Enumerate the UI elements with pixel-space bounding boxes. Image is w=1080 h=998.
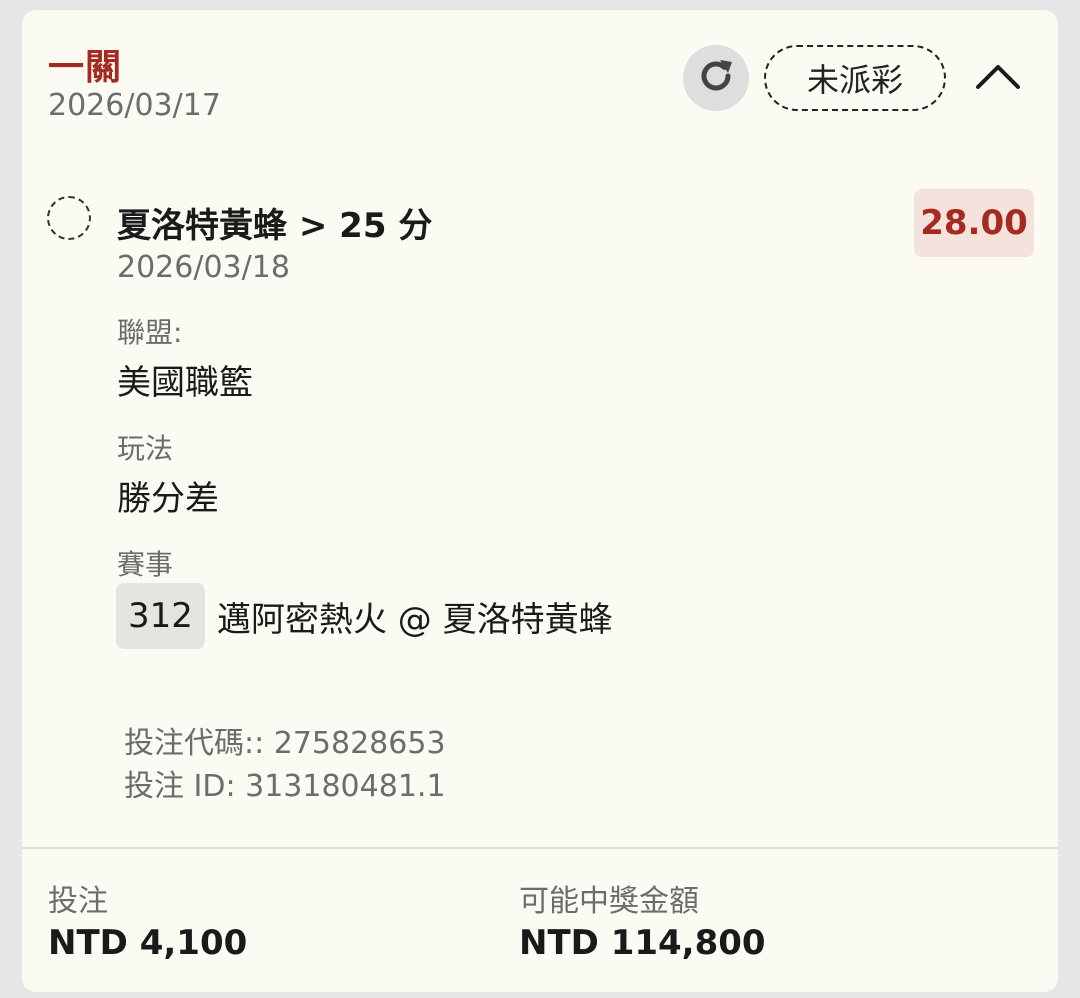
bet-code: 投注代碼:: 275828653	[124, 726, 446, 761]
selection-name: 夏洛特黃蜂 > 25 分	[117, 206, 433, 246]
collapse-button[interactable]	[970, 54, 1026, 102]
event-number-badge: 312	[116, 583, 205, 649]
stake-value: NTD 4,100	[48, 923, 248, 963]
league-value: 美國職籃	[117, 363, 253, 403]
chevron-up-icon	[974, 61, 1022, 95]
stake-label: 投注	[48, 884, 108, 919]
event-label: 賽事	[117, 548, 174, 581]
bet-id: 投注 ID: 313180481.1	[124, 769, 446, 804]
bet-date: 2026/03/17	[48, 88, 221, 123]
bet-card: 一關 2026/03/17 未派彩 夏洛特黃蜂 > 25 分 28.00 202…	[22, 10, 1058, 992]
play-type-value: 勝分差	[117, 479, 219, 519]
league-label: 聯盟:	[117, 316, 183, 349]
event-name: 邁阿密熱火 @ 夏洛特黃蜂	[217, 599, 613, 640]
refresh-button[interactable]	[683, 45, 749, 111]
status-badge: 未派彩	[764, 45, 946, 111]
selection-radio[interactable]	[47, 196, 91, 240]
divider	[22, 847, 1058, 849]
potential-payout-label: 可能中獎金額	[519, 884, 699, 919]
bet-type-title: 一關	[48, 47, 123, 88]
refresh-icon	[694, 54, 738, 102]
play-type-label: 玩法	[117, 432, 174, 465]
potential-payout-value: NTD 114,800	[519, 923, 766, 963]
odds-badge: 28.00	[914, 189, 1034, 257]
match-date: 2026/03/18	[117, 250, 290, 285]
event-row: 312 邁阿密熱火 @ 夏洛特黃蜂	[116, 583, 613, 649]
